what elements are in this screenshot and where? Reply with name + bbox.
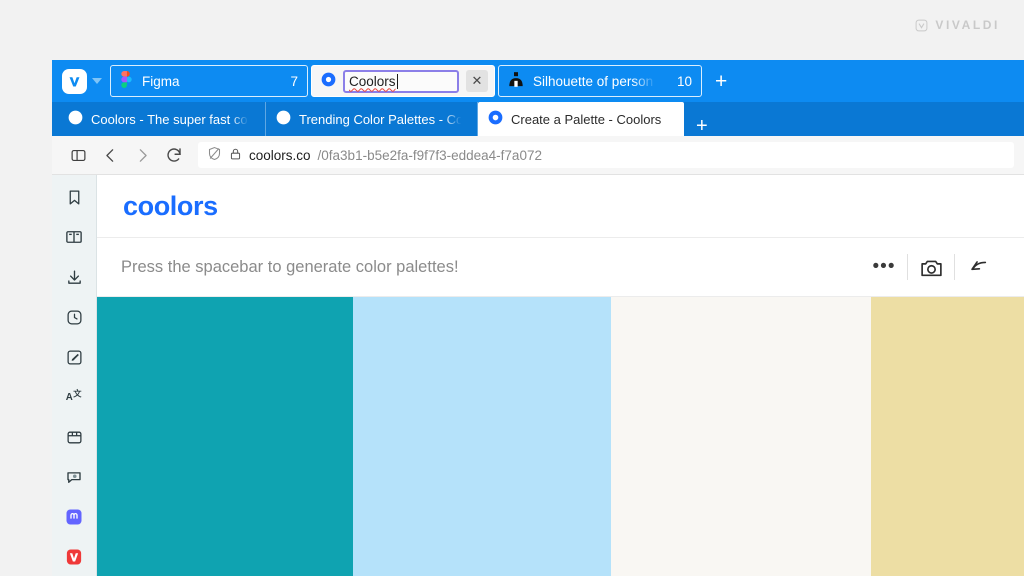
svg-text:文: 文 xyxy=(73,388,82,398)
tab-trending-palettes[interactable]: Trending Color Palettes - Co xyxy=(266,102,478,136)
address-bar: coolors.co/0fa3b1-b5e2fa-f9f7f3-eddea4-f… xyxy=(52,136,1024,175)
site-header: coolors xyxy=(97,175,1024,238)
spacebar-hint: Press the spacebar to generate color pal… xyxy=(121,257,459,276)
color-swatch-pale-yellow[interactable] xyxy=(871,297,1024,576)
color-swatch-teal[interactable] xyxy=(97,297,353,576)
silhouette-icon xyxy=(508,72,524,90)
vivaldi-watermark: VIVALDI xyxy=(915,18,1000,32)
speech-bubble-icon[interactable] xyxy=(61,464,87,490)
palette-toolbar: Press the spacebar to generate color pal… xyxy=(97,238,1024,297)
tab-stack-bar: Figma 7 Coolors ✕ Silhouette of person s… xyxy=(52,60,1024,102)
forward-button[interactable] xyxy=(126,140,158,170)
download-icon[interactable] xyxy=(61,264,87,290)
window-panel-icon[interactable] xyxy=(61,424,87,450)
note-pencil-icon[interactable] xyxy=(61,344,87,370)
tab-create-palette[interactable]: Create a Palette - Coolors xyxy=(478,102,684,136)
new-tab-stack-button[interactable]: + xyxy=(705,71,737,92)
mastodon-icon[interactable] xyxy=(61,504,87,530)
figma-icon xyxy=(120,71,133,91)
book-icon[interactable] xyxy=(61,224,87,250)
camera-icon[interactable] xyxy=(908,252,954,282)
clock-icon[interactable] xyxy=(61,304,87,330)
tab-stack-label: Figma xyxy=(142,73,180,89)
tab-stack-count: 7 xyxy=(290,73,298,89)
url-field[interactable]: coolors.co/0fa3b1-b5e2fa-f9f7f3-eddea4-f… xyxy=(198,142,1014,168)
browser-sidebar: A 文 xyxy=(52,175,97,576)
watermark-label: VIVALDI xyxy=(935,18,1000,32)
vivaldi-circle-icon xyxy=(915,19,928,32)
tab-stack-silhouette[interactable]: Silhouette of person st 10 xyxy=(498,65,702,97)
close-icon[interactable]: ✕ xyxy=(466,70,488,92)
new-tab-button[interactable]: + xyxy=(684,116,720,136)
tab-stack-rename-input[interactable]: Coolors xyxy=(343,69,459,93)
toolbar-actions: ••• xyxy=(861,252,1001,282)
tab-stack-label: Silhouette of person st xyxy=(533,73,660,89)
coolors-icon xyxy=(276,110,291,128)
vivaldi-menu-button[interactable] xyxy=(58,68,110,94)
color-palette xyxy=(97,297,1024,576)
browser-window: Figma 7 Coolors ✕ Silhouette of person s… xyxy=(52,60,1024,576)
tab-label: Coolors - The super fast col xyxy=(91,111,251,127)
rename-input-value: Coolors xyxy=(349,73,396,89)
chevron-down-icon xyxy=(92,78,102,84)
text-cursor xyxy=(396,73,398,89)
coolors-icon xyxy=(321,72,336,90)
tab-stack-count: 10 xyxy=(676,73,692,89)
window-body: A 文 coolors Press the spacebar to genera… xyxy=(52,175,1024,576)
coolors-logo[interactable]: coolors xyxy=(123,191,218,222)
vivaldi-shield-icon[interactable] xyxy=(61,544,87,570)
desktop: VIVALDI Figma 7 Coolors ✕ Silhouette of … xyxy=(0,0,1024,576)
undo-arrow-icon[interactable] xyxy=(955,252,1001,282)
translate-icon[interactable]: A 文 xyxy=(61,384,87,410)
back-button[interactable] xyxy=(94,140,126,170)
color-swatch-off-white[interactable] xyxy=(611,297,871,576)
vivaldi-logo-icon xyxy=(62,68,87,94)
padlock-icon[interactable] xyxy=(229,147,242,164)
coolors-icon xyxy=(488,110,503,128)
page-content: coolors Press the spacebar to generate c… xyxy=(97,175,1024,576)
shield-blocked-icon[interactable] xyxy=(207,146,222,164)
tab-stack-figma[interactable]: Figma 7 xyxy=(110,65,308,97)
url-path: /0fa3b1-b5e2fa-f9f7f3-eddea4-f7a072 xyxy=(317,147,542,163)
tab-coolors-home[interactable]: Coolors - The super fast col xyxy=(58,102,266,136)
tab-stack-coolors[interactable]: Coolors ✕ xyxy=(311,65,495,97)
reload-button[interactable] xyxy=(158,140,190,170)
bookmark-icon[interactable] xyxy=(61,184,87,210)
sidebar-panel-icon[interactable] xyxy=(62,140,94,170)
url-domain: coolors.co xyxy=(249,147,311,163)
tab-label: Create a Palette - Coolors xyxy=(511,111,662,127)
tab-bar: Coolors - The super fast col Trending Co… xyxy=(52,102,1024,136)
color-swatch-light-blue[interactable] xyxy=(353,297,611,576)
svg-text:A: A xyxy=(66,392,73,403)
coolors-icon xyxy=(68,110,83,128)
tab-label: Trending Color Palettes - Co xyxy=(299,111,464,127)
ellipsis-icon[interactable]: ••• xyxy=(861,252,907,282)
